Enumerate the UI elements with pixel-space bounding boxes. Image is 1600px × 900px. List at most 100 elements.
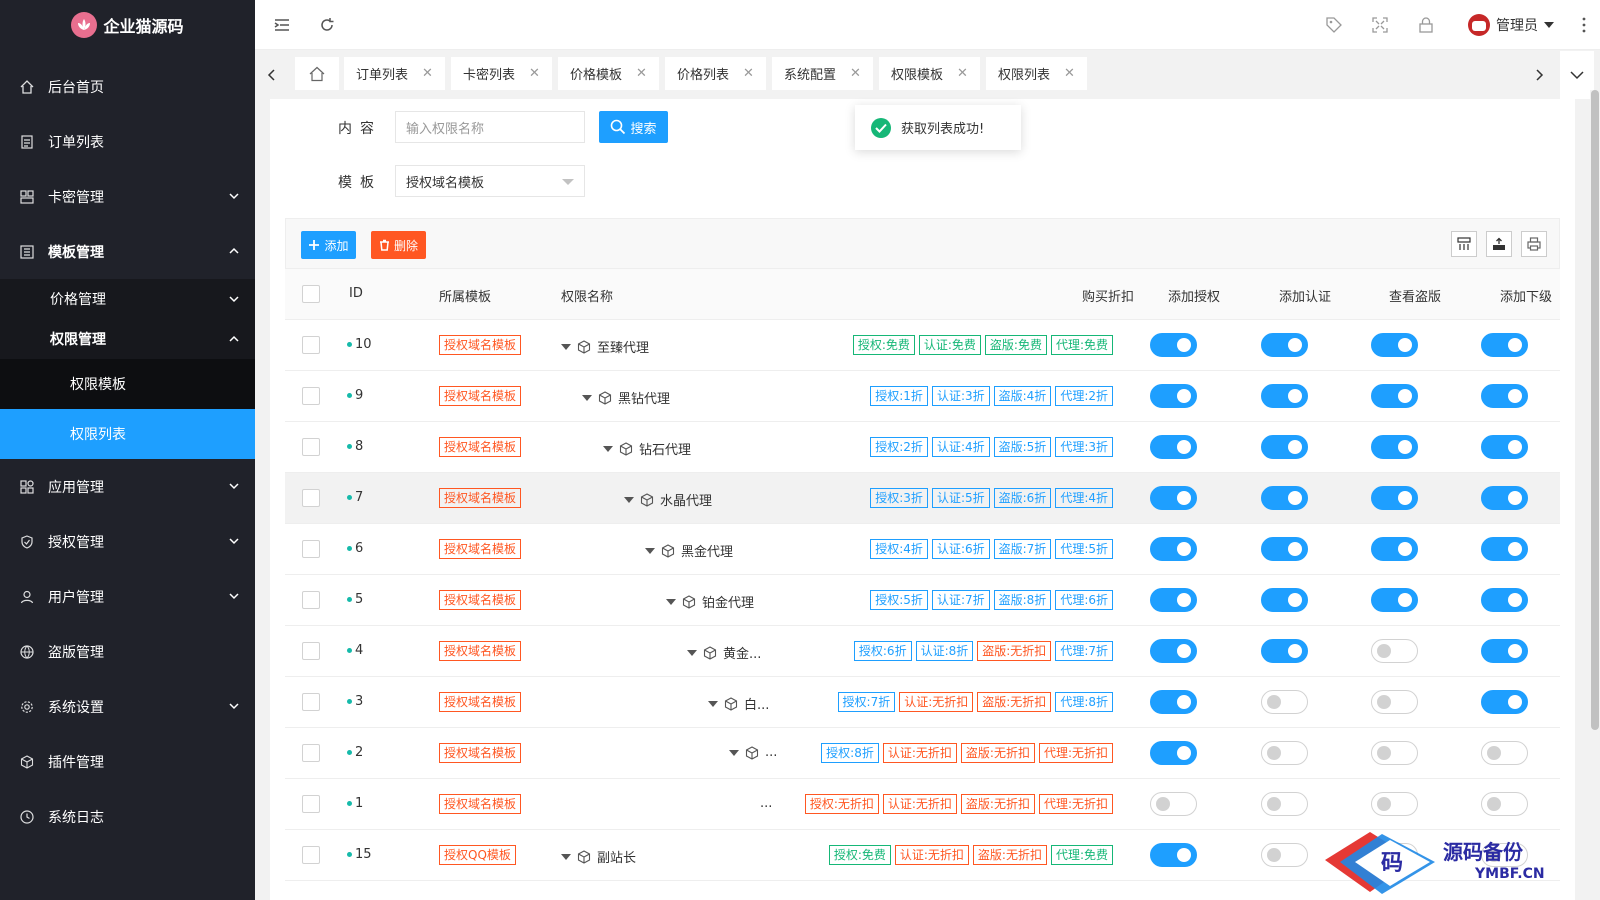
add-sub-switch[interactable] <box>1481 588 1528 612</box>
sidebar-item-orders[interactable]: 订单列表 <box>0 114 255 169</box>
sidebar-item-apps[interactable]: 应用管理 <box>0 459 255 514</box>
view-piracy-switch[interactable] <box>1371 588 1418 612</box>
add-sub-switch[interactable] <box>1481 690 1528 714</box>
close-icon[interactable]: ✕ <box>422 66 433 81</box>
permission-name-cell[interactable]: 黑钻代理 <box>582 388 670 407</box>
table-row[interactable]: 9 授权域名模板 黑钻代理 授权:1折 认证:3折 盗版:4折 代理:2折 <box>285 371 1560 422</box>
permission-name-cell[interactable]: 黄金... <box>687 643 761 662</box>
row-checkbox[interactable] <box>302 693 320 711</box>
tab-price-list[interactable]: 价格列表 ✕ <box>665 57 766 90</box>
add-cert-switch[interactable] <box>1261 384 1308 408</box>
expand-caret-icon[interactable] <box>645 547 655 554</box>
view-piracy-switch[interactable] <box>1371 537 1418 561</box>
add-cert-switch[interactable] <box>1261 792 1308 816</box>
tabs-dropdown-button[interactable] <box>1560 51 1594 99</box>
row-checkbox[interactable] <box>302 642 320 660</box>
column-header-add-cert[interactable]: 添加认证 <box>1279 286 1331 305</box>
print-button[interactable] <box>1521 231 1547 257</box>
sidebar-item-logs[interactable]: 系统日志 <box>0 789 255 844</box>
add-auth-switch[interactable] <box>1150 435 1197 459</box>
lock-icon[interactable] <box>1417 16 1435 34</box>
expand-caret-icon[interactable] <box>561 853 571 860</box>
close-icon[interactable]: ✕ <box>529 66 540 81</box>
add-cert-switch[interactable] <box>1261 333 1308 357</box>
view-piracy-switch[interactable] <box>1371 690 1418 714</box>
row-checkbox[interactable] <box>302 387 320 405</box>
columns-filter-button[interactable] <box>1451 231 1477 257</box>
tab-price-template[interactable]: 价格模板 ✕ <box>558 57 659 90</box>
add-cert-switch[interactable] <box>1261 435 1308 459</box>
close-icon[interactable]: ✕ <box>636 66 647 81</box>
row-checkbox[interactable] <box>302 540 320 558</box>
row-checkbox[interactable] <box>302 489 320 507</box>
add-auth-switch[interactable] <box>1150 537 1197 561</box>
tabs-prev-button[interactable] <box>255 51 289 99</box>
permission-name-cell[interactable]: 白... <box>708 694 769 713</box>
add-sub-switch[interactable] <box>1481 486 1528 510</box>
sidebar-item-permission-list[interactable]: 权限列表 <box>0 409 255 459</box>
expand-caret-icon[interactable] <box>624 496 634 503</box>
sidebar-item-piracy[interactable]: 盗版管理 <box>0 624 255 679</box>
expand-caret-icon[interactable] <box>582 394 592 401</box>
search-button[interactable]: 搜索 <box>599 111 668 143</box>
search-input[interactable]: 输入权限名称 <box>395 111 585 143</box>
add-auth-switch[interactable] <box>1150 588 1197 612</box>
view-piracy-switch[interactable] <box>1371 384 1418 408</box>
refresh-icon[interactable] <box>318 16 336 34</box>
add-sub-switch[interactable] <box>1481 384 1528 408</box>
add-sub-switch[interactable] <box>1481 435 1528 459</box>
permission-name-cell[interactable]: 水晶代理 <box>624 490 712 509</box>
template-select[interactable]: 授权域名模板 <box>395 165 585 197</box>
sidebar-item-home[interactable]: 后台首页 <box>0 59 255 114</box>
permission-name-cell[interactable]: ... <box>729 745 777 760</box>
row-checkbox[interactable] <box>302 336 320 354</box>
close-icon[interactable]: ✕ <box>850 66 861 81</box>
sidebar-item-cards[interactable]: 卡密管理 <box>0 169 255 224</box>
permission-name-cell[interactable]: 黑金代理 <box>645 541 733 560</box>
admin-menu[interactable]: 管理员 <box>1468 14 1554 36</box>
column-header-id[interactable]: ID <box>349 286 363 301</box>
sidebar-item-permission-template[interactable]: 权限模板 <box>0 359 255 409</box>
table-row[interactable]: 3 授权域名模板 白... 授权:7折 认证:无折扣 盗版:无折扣 代理:8折 <box>285 677 1560 728</box>
delete-button[interactable]: 删除 <box>371 231 426 259</box>
export-button[interactable] <box>1486 231 1512 257</box>
expand-caret-icon[interactable] <box>687 649 697 656</box>
column-header-name[interactable]: 权限名称 <box>561 286 613 305</box>
tab-permission-list[interactable]: 权限列表 ✕ <box>986 57 1087 90</box>
table-row[interactable]: 5 授权域名模板 铂金代理 授权:5折 认证:7折 盗版:8折 代理:6折 <box>285 575 1560 626</box>
tab-order-list[interactable]: 订单列表 ✕ <box>344 57 445 90</box>
table-row[interactable]: 10 授权域名模板 至臻代理 授权:免费 认证:免费 盗版:免费 代理:免费 <box>285 320 1560 371</box>
add-auth-switch[interactable] <box>1150 741 1197 765</box>
tag-icon[interactable] <box>1325 16 1343 34</box>
view-piracy-switch[interactable] <box>1371 792 1418 816</box>
sidebar-item-authorization[interactable]: 授权管理 <box>0 514 255 569</box>
add-cert-switch[interactable] <box>1261 741 1308 765</box>
table-row[interactable]: 8 授权域名模板 钻石代理 授权:2折 认证:4折 盗版:5折 代理:3折 <box>285 422 1560 473</box>
add-auth-switch[interactable] <box>1150 690 1197 714</box>
tab-system-config[interactable]: 系统配置 ✕ <box>772 57 873 90</box>
add-auth-switch[interactable] <box>1150 843 1197 867</box>
tabs-next-button[interactable] <box>1522 51 1556 99</box>
sidebar-item-settings[interactable]: 系统设置 <box>0 679 255 734</box>
add-cert-switch[interactable] <box>1261 537 1308 561</box>
row-checkbox[interactable] <box>302 795 320 813</box>
expand-caret-icon[interactable] <box>603 445 613 452</box>
fullscreen-icon[interactable] <box>1371 16 1389 34</box>
add-sub-switch[interactable] <box>1481 792 1528 816</box>
add-auth-switch[interactable] <box>1150 384 1197 408</box>
permission-name-cell[interactable]: 副站长 <box>561 847 636 866</box>
add-cert-switch[interactable] <box>1261 639 1308 663</box>
menu-collapse-icon[interactable] <box>273 16 291 34</box>
add-auth-switch[interactable] <box>1150 486 1197 510</box>
permission-name-cell[interactable]: 铂金代理 <box>666 592 754 611</box>
row-checkbox[interactable] <box>302 591 320 609</box>
expand-caret-icon[interactable] <box>561 343 571 350</box>
view-piracy-switch[interactable] <box>1371 486 1418 510</box>
row-checkbox[interactable] <box>302 438 320 456</box>
column-header-template[interactable]: 所属模板 <box>439 286 491 305</box>
add-auth-switch[interactable] <box>1150 792 1197 816</box>
sidebar-item-users[interactable]: 用户管理 <box>0 569 255 624</box>
add-auth-switch[interactable] <box>1150 333 1197 357</box>
tab-home[interactable] <box>295 57 339 90</box>
permission-name-cell[interactable]: ... <box>760 796 772 811</box>
